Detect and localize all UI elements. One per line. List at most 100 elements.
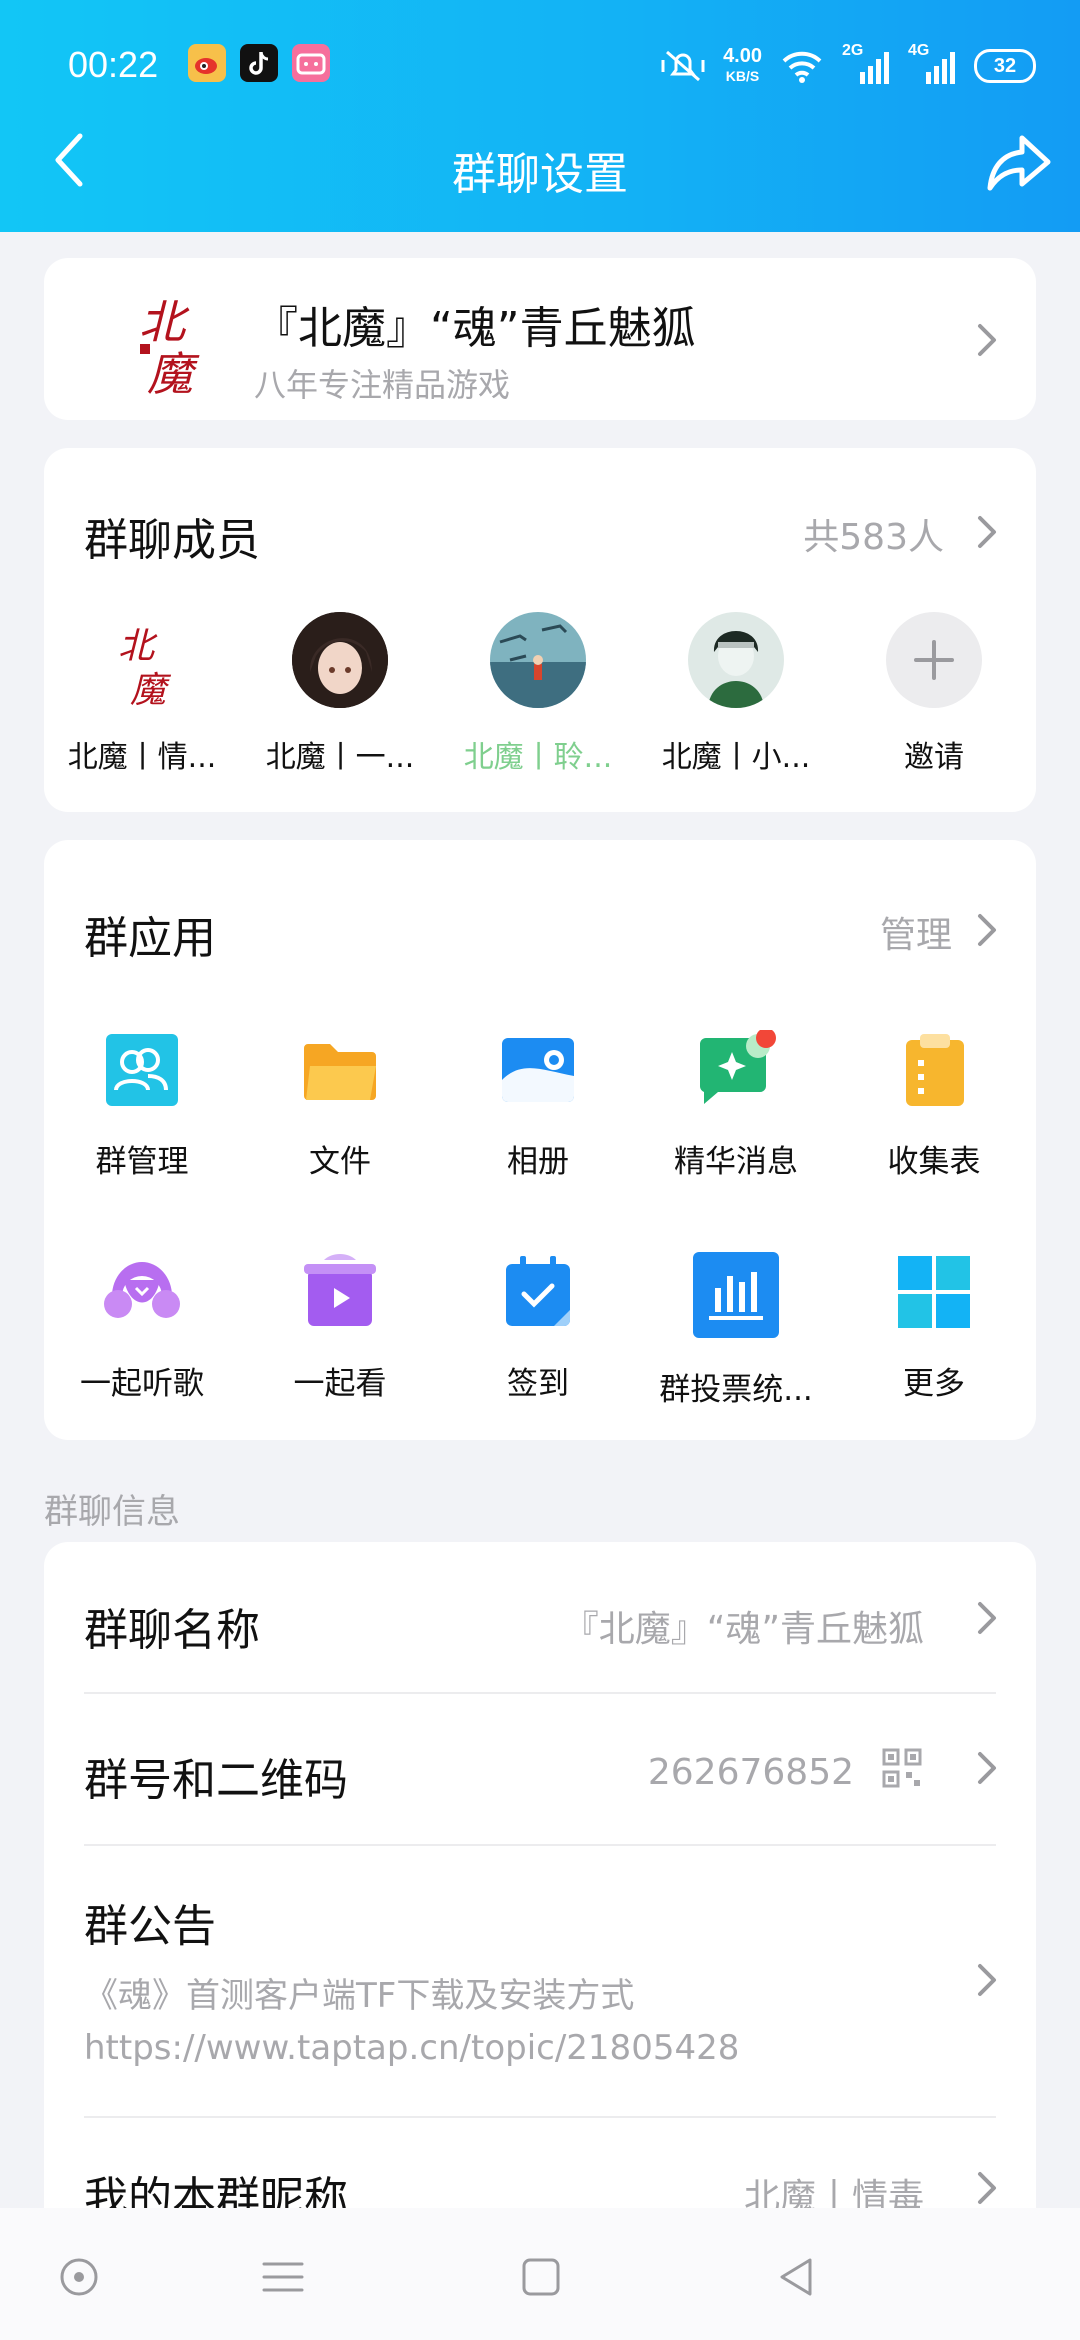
status-right: 4.00 KB/S 2G 4G 32	[661, 42, 1036, 88]
row-value: 『北魔』“魂”青丘魅狐	[562, 1609, 924, 1650]
album-icon	[498, 1030, 578, 1110]
tiktok-icon	[240, 44, 278, 82]
grid-icon	[894, 1252, 974, 1332]
members-count: 共583人	[803, 517, 944, 558]
apps-title: 群应用	[84, 913, 216, 964]
app-checkin[interactable]: 签到	[440, 1252, 636, 1403]
home-button[interactable]	[516, 2252, 566, 2302]
folder-icon	[300, 1030, 380, 1110]
header-bar: 00:22 4.00 KB/S 2G 4G 32 群聊设置	[0, 0, 1080, 232]
member-item[interactable]: 北魔丨聆...	[448, 612, 628, 776]
member-avatar	[688, 612, 784, 708]
group-description: 八年专注精品游戏	[254, 366, 511, 404]
qr-code-icon	[882, 1748, 922, 1788]
notice-line-1: 《魂》首测客户端TF下载及安装方式	[84, 1976, 635, 2016]
app-essence-messages[interactable]: 精华消息	[638, 1028, 834, 1181]
chevron-right-icon	[976, 1960, 1000, 2000]
apps-manage-link[interactable]: 管理	[850, 906, 1000, 956]
menu-button[interactable]	[258, 2252, 308, 2302]
row-title: 群聊名称	[84, 1605, 260, 1656]
logo-char-1: 北	[139, 295, 190, 349]
member-name: 北魔丨情...	[67, 740, 217, 775]
nav-bar: 群聊设置	[0, 130, 1080, 232]
svg-text:魔: 魔	[130, 670, 172, 708]
app-label: 签到	[507, 1366, 569, 1402]
app-watch-together[interactable]: 一起看	[242, 1252, 438, 1403]
app-label: 文件	[309, 1144, 371, 1180]
app-form[interactable]: 收集表	[836, 1030, 1032, 1181]
member-name: 北魔丨小...	[661, 740, 811, 775]
apps-manage-label: 管理	[879, 915, 952, 956]
wifi-icon	[782, 51, 822, 83]
chevron-right-icon	[976, 1598, 1000, 1638]
chart-icon	[693, 1252, 779, 1338]
members-card: 群聊成员 共583人 北魔 北魔丨情... 北魔丨一... 北魔丨聆... 北魔…	[44, 448, 1036, 812]
group-manage-icon	[102, 1030, 182, 1110]
row-group-number[interactable]: 群号和二维码 262676852	[44, 1694, 1036, 1844]
bilibili-icon	[292, 44, 330, 82]
app-label: 一起看	[293, 1366, 387, 1402]
members-title: 群聊成员	[84, 515, 260, 566]
member-name: 北魔丨聆...	[463, 740, 613, 775]
chevron-right-icon	[976, 1748, 1000, 1788]
group-apps-card: 群应用 管理 群管理 文件 相册 精华消息 收集表 一起听歌 一起看 签到 群投…	[44, 840, 1036, 1440]
notice-line-2: https://www.taptap.cn/topic/21805428	[84, 2028, 740, 2068]
member-name: 北魔丨一...	[265, 740, 415, 775]
chevron-right-icon	[976, 2168, 1000, 2208]
app-album[interactable]: 相册	[440, 1030, 636, 1181]
row-title: 群号和二维码	[84, 1755, 348, 1806]
system-nav-bar	[0, 2208, 1080, 2340]
chevron-right-icon	[976, 910, 1000, 950]
signal-4g-icon: 4G	[908, 42, 956, 86]
chevron-right-icon	[976, 512, 1000, 552]
svg-text:北: 北	[118, 626, 158, 667]
member-item[interactable]: 北魔丨小...	[646, 612, 826, 776]
weibo-icon	[188, 44, 226, 82]
calendar-check-icon	[498, 1252, 578, 1332]
row-group-name[interactable]: 群聊名称 『北魔』“魂”青丘魅狐	[44, 1542, 1036, 1692]
share-icon[interactable]	[984, 128, 1056, 200]
app-more[interactable]: 更多	[836, 1252, 1032, 1403]
form-icon	[894, 1030, 974, 1110]
status-time: 00:22	[68, 44, 159, 85]
invite-button[interactable]: 邀请	[844, 612, 1024, 776]
app-label: 更多	[903, 1366, 965, 1402]
member-avatar	[490, 612, 586, 708]
app-files[interactable]: 文件	[242, 1030, 438, 1181]
member-item[interactable]: 北魔丨一...	[250, 612, 430, 776]
app-listen-together[interactable]: 一起听歌	[44, 1252, 240, 1403]
chevron-right-icon	[976, 320, 1000, 360]
app-label: 群管理	[95, 1144, 189, 1180]
net-speed: 4.00 KB/S	[723, 45, 762, 84]
row-value: 262676852	[647, 1752, 854, 1793]
section-label-info: 群聊信息	[44, 1492, 180, 1532]
invite-label: 邀请	[904, 740, 964, 775]
row-group-notice[interactable]: 群公告 《魂》首测客户端TF下载及安装方式 https://www.taptap…	[44, 1846, 1036, 2116]
assistant-button[interactable]	[54, 2252, 104, 2302]
app-label: 收集表	[887, 1144, 981, 1180]
app-group-manage[interactable]: 群管理	[44, 1030, 240, 1181]
member-avatar: 北魔	[94, 612, 190, 708]
essence-message-icon	[696, 1028, 776, 1110]
member-avatar	[292, 612, 388, 708]
signal-2g-icon: 2G	[842, 42, 890, 86]
logo-char-2: 魔	[147, 347, 200, 400]
app-label: 相册	[507, 1144, 569, 1180]
plus-icon	[886, 612, 982, 708]
row-title: 群公告	[84, 1901, 216, 1952]
battery-icon: 32	[974, 49, 1036, 83]
group-avatar: 北 魔	[112, 280, 212, 401]
app-label: 群投票统...	[659, 1372, 813, 1408]
members-count-link[interactable]: 共583人	[740, 508, 1000, 558]
group-info-card: 群聊名称 『北魔』“魂”青丘魅狐 群号和二维码 262676852 群公告 《魂…	[44, 1542, 1036, 2302]
back-button[interactable]	[772, 2252, 822, 2302]
app-label: 精华消息	[674, 1144, 798, 1180]
group-profile-card[interactable]: 北 魔 『北魔』“魂”青丘魅狐 八年专注精品游戏	[44, 258, 1036, 420]
tv-play-icon	[300, 1252, 380, 1332]
headphones-icon	[102, 1252, 182, 1332]
page-title: 群聊设置	[452, 149, 628, 200]
app-label: 一起听歌	[80, 1366, 204, 1402]
member-item[interactable]: 北魔 北魔丨情...	[52, 612, 232, 776]
app-vote[interactable]: 群投票统...	[638, 1252, 834, 1409]
mute-icon	[661, 50, 705, 82]
